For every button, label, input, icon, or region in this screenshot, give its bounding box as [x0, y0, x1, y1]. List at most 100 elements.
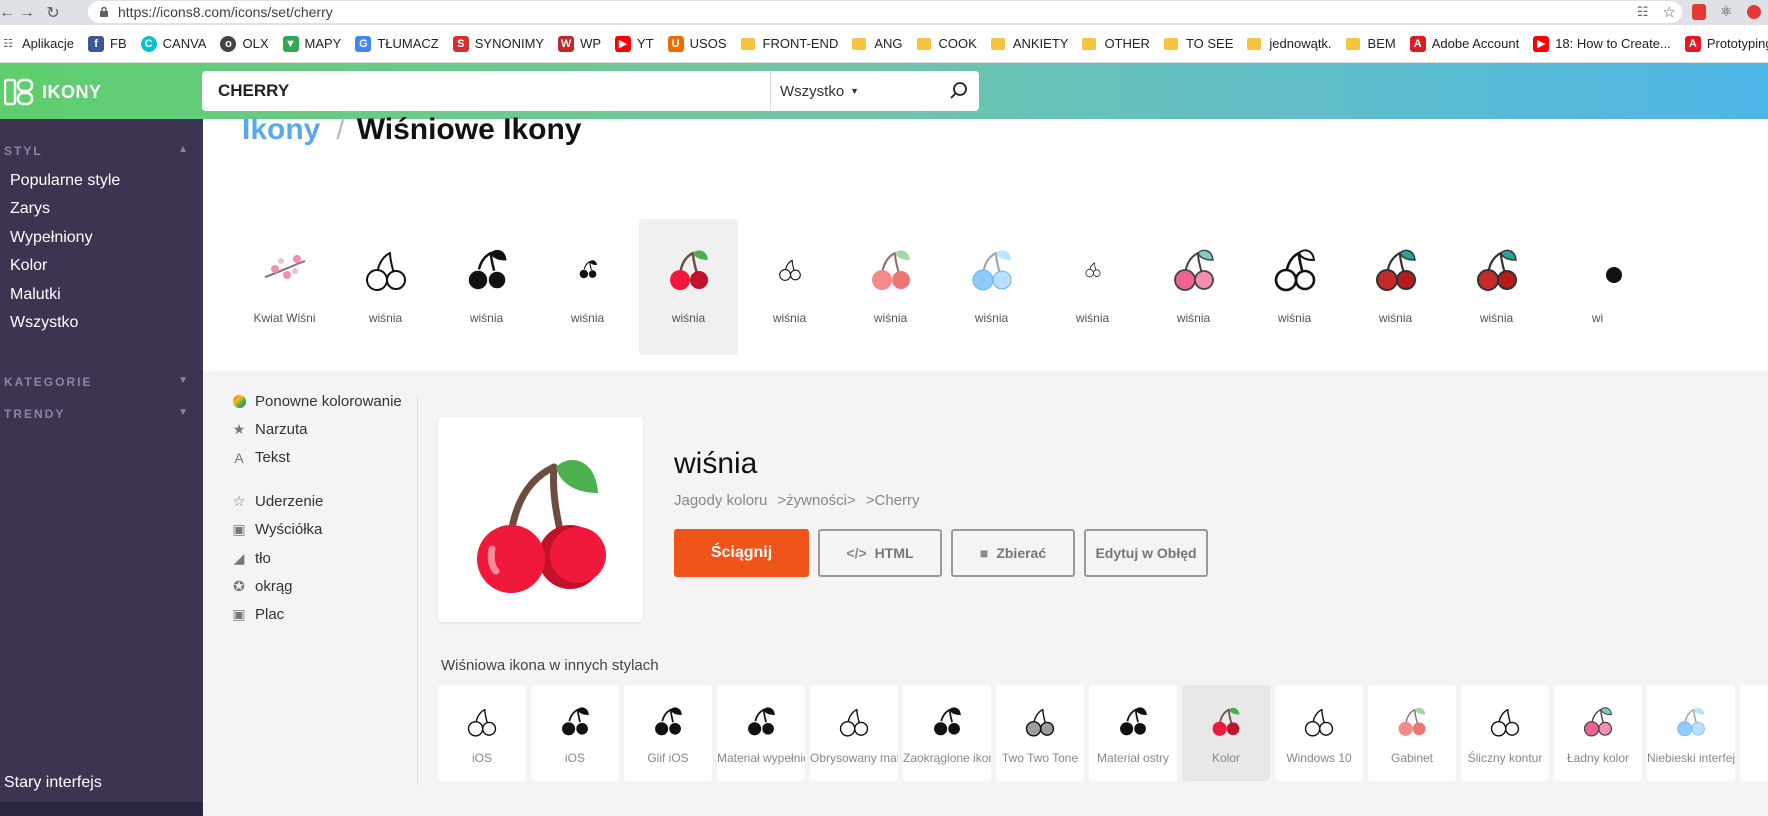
back-icon[interactable]: ← [0, 0, 15, 25]
path-item[interactable]: >żywności> [777, 492, 855, 509]
folder-icon: ■ [979, 545, 989, 561]
bookmark-item[interactable]: ▶ YT [615, 35, 654, 52]
tool-square[interactable]: ▣ Plac [231, 606, 284, 623]
bookmark-item[interactable]: U USOS [667, 35, 727, 52]
bookmark-item[interactable]: o OLX [220, 35, 269, 52]
icon-result-item[interactable]: Kwiat Wiśni [235, 219, 334, 355]
bookmark-item[interactable]: C CANVA [140, 35, 206, 52]
bookmark-item[interactable]: COOK [916, 36, 977, 51]
cherry-color-icon [476, 459, 606, 593]
icon-result-item[interactable]: wiśnia [1245, 219, 1344, 355]
reload-icon[interactable]: ↻ [40, 0, 66, 25]
icon-result-item[interactable]: wiśnia [841, 219, 940, 355]
star-icon[interactable]: ☆ [1663, 3, 1676, 21]
tool-padding[interactable]: ▣ Wyściółka [231, 521, 322, 538]
path-item[interactable]: >Cherry [866, 492, 920, 509]
download-button[interactable]: Ściągnij [674, 529, 809, 577]
style-variant-item[interactable]: Materiał wypełniony [717, 685, 805, 781]
style-variant-item[interactable]: iOS [438, 685, 526, 781]
sidebar-item-all[interactable]: Wszystko [10, 314, 78, 332]
address-bar[interactable]: https://icons8.com/icons/set/cherry ☷ ☆ [88, 1, 1682, 23]
icon-result-item[interactable]: wiśnia [437, 219, 536, 355]
icon-preview [438, 417, 643, 622]
bookmark-item[interactable]: BEM [1345, 36, 1396, 51]
logo-text: IKONY [42, 81, 102, 102]
icon-result-item[interactable]: wiśnia [639, 219, 738, 355]
tool-circle[interactable]: ✪ okrąg [231, 578, 292, 595]
bookmark-item[interactable]: A Prototyping 101: T [1684, 35, 1768, 52]
sidebar-item-filled[interactable]: Wypełniony [10, 229, 93, 247]
style-variant-item[interactable]: Zaokrąglone ikony [903, 685, 991, 781]
style-variant-item[interactable]: Śliczny kontur [1461, 685, 1549, 781]
bookmark-item[interactable]: OTHER [1082, 36, 1150, 51]
tool-overlay[interactable]: ★ Narzuta [231, 421, 308, 438]
sidebar-footer-bar [0, 802, 203, 816]
icon-detail-panel: Ponowne kolorowanie ★ Narzuta A Tekst ☆ … [203, 371, 1768, 816]
tool-recolor[interactable]: Ponowne kolorowanie [231, 393, 402, 410]
icon-result-item[interactable]: wiśnia [1043, 219, 1142, 355]
collect-button[interactable]: ■ Zbierać [951, 529, 1075, 577]
style-variant-item[interactable]: Glif iOS [624, 685, 712, 781]
style-variant-item[interactable]: Niebieski interfejs [1647, 685, 1735, 781]
style-variant-item[interactable]: Two Two Tone [996, 685, 1084, 781]
sidebar-item-tiny[interactable]: Malutki [10, 286, 61, 304]
bookmark-item[interactable]: G TŁUMACZ [355, 35, 439, 52]
tool-stroke[interactable]: ☆ Uderzenie [231, 493, 324, 510]
style-variant-item[interactable]: Gabinet [1368, 685, 1456, 781]
bookmark-item[interactable]: ▼ MAPY [282, 35, 341, 52]
paint-bucket-icon: ◢ [233, 550, 245, 566]
style-variant-item[interactable]: Ładny kolor [1554, 685, 1642, 781]
style-variant-item[interactable] [1740, 685, 1768, 781]
icon-result-item[interactable]: wiśnia [942, 219, 1041, 355]
bookmark-item[interactable]: FRONT-END [740, 36, 838, 51]
canva-icon: C [140, 35, 157, 52]
icon-result-item[interactable]: wiśnia [538, 219, 637, 355]
search-input[interactable]: CHERRY [202, 81, 770, 101]
sidebar-item-color[interactable]: Kolor [10, 257, 47, 275]
icon-result-item[interactable]: wiśnia [1346, 219, 1445, 355]
search-filter-dropdown[interactable]: Wszystko ▼ [771, 83, 939, 100]
html-button[interactable]: </> HTML [818, 529, 942, 577]
bookmark-item[interactable]: ANG [852, 36, 903, 51]
icon-result-item[interactable]: wiśnia [1144, 219, 1243, 355]
style-variant-item[interactable]: Materiał ostry [1089, 685, 1177, 781]
style-variant-item[interactable]: Obrysowany materiał [810, 685, 898, 781]
style-variant-item[interactable]: Windows 10 [1275, 685, 1363, 781]
bookmark-item[interactable]: ☷ Aplikacje [0, 36, 74, 52]
path-item[interactable]: Jagody koloru [674, 492, 767, 509]
translate-icon[interactable]: ☷ [1637, 4, 1649, 20]
search-button[interactable] [939, 71, 979, 111]
tools-divider [417, 395, 418, 785]
sidebar-section-style[interactable]: STYL ▲ [4, 144, 190, 158]
square-star-icon: ▣ [232, 606, 246, 622]
bookmark-item[interactable]: jednowątk. [1247, 36, 1332, 51]
bookmark-item[interactable]: TO SEE [1163, 36, 1233, 51]
cherry-icon [257, 241, 313, 297]
tool-background[interactable]: ◢ tło [231, 550, 271, 567]
icon-result-item[interactable]: wi [1548, 219, 1647, 355]
bookmark-item[interactable]: A Adobe Account [1409, 35, 1519, 52]
sidebar-section-categories[interactable]: KATEGORIE ▼ [4, 375, 190, 389]
sidebar-item-popular[interactable]: Popularne style [10, 172, 120, 190]
sidebar-item-outline[interactable]: Zarys [10, 200, 50, 218]
breadcrumb-link-icons[interactable]: Ikony [242, 113, 320, 146]
extension-youtube-icon[interactable] [1746, 4, 1761, 19]
bookmark-item[interactable]: W WP [558, 35, 601, 52]
old-interface-link[interactable]: Stary interfejs [4, 774, 102, 792]
sidebar-section-trends[interactable]: TRENDY ▼ [4, 407, 190, 421]
extension-react-icon[interactable]: ⚛ [1720, 3, 1733, 20]
logo[interactable]: IKONY [4, 78, 102, 106]
style-variant-item[interactable]: iOS [531, 685, 619, 781]
icon-result-item[interactable]: wiśnia [336, 219, 435, 355]
edit-in-ouch-button[interactable]: Edytuj w Obłęd [1084, 529, 1208, 577]
icon-result-item[interactable]: wiśnia [740, 219, 839, 355]
style-variant-item[interactable]: Kolor [1182, 685, 1270, 781]
forward-icon[interactable]: → [14, 0, 40, 25]
bookmark-item[interactable]: ANKIETY [990, 36, 1068, 51]
tool-text[interactable]: A Tekst [231, 449, 290, 466]
bookmark-item[interactable]: ▶ 18: How to Create... [1533, 35, 1671, 52]
icon-result-item[interactable]: wiśnia [1447, 219, 1546, 355]
bookmark-item[interactable]: f FB [88, 35, 127, 52]
extension-stop-icon[interactable] [1692, 3, 1706, 20]
bookmark-item[interactable]: S SYNONIMY [452, 35, 544, 52]
